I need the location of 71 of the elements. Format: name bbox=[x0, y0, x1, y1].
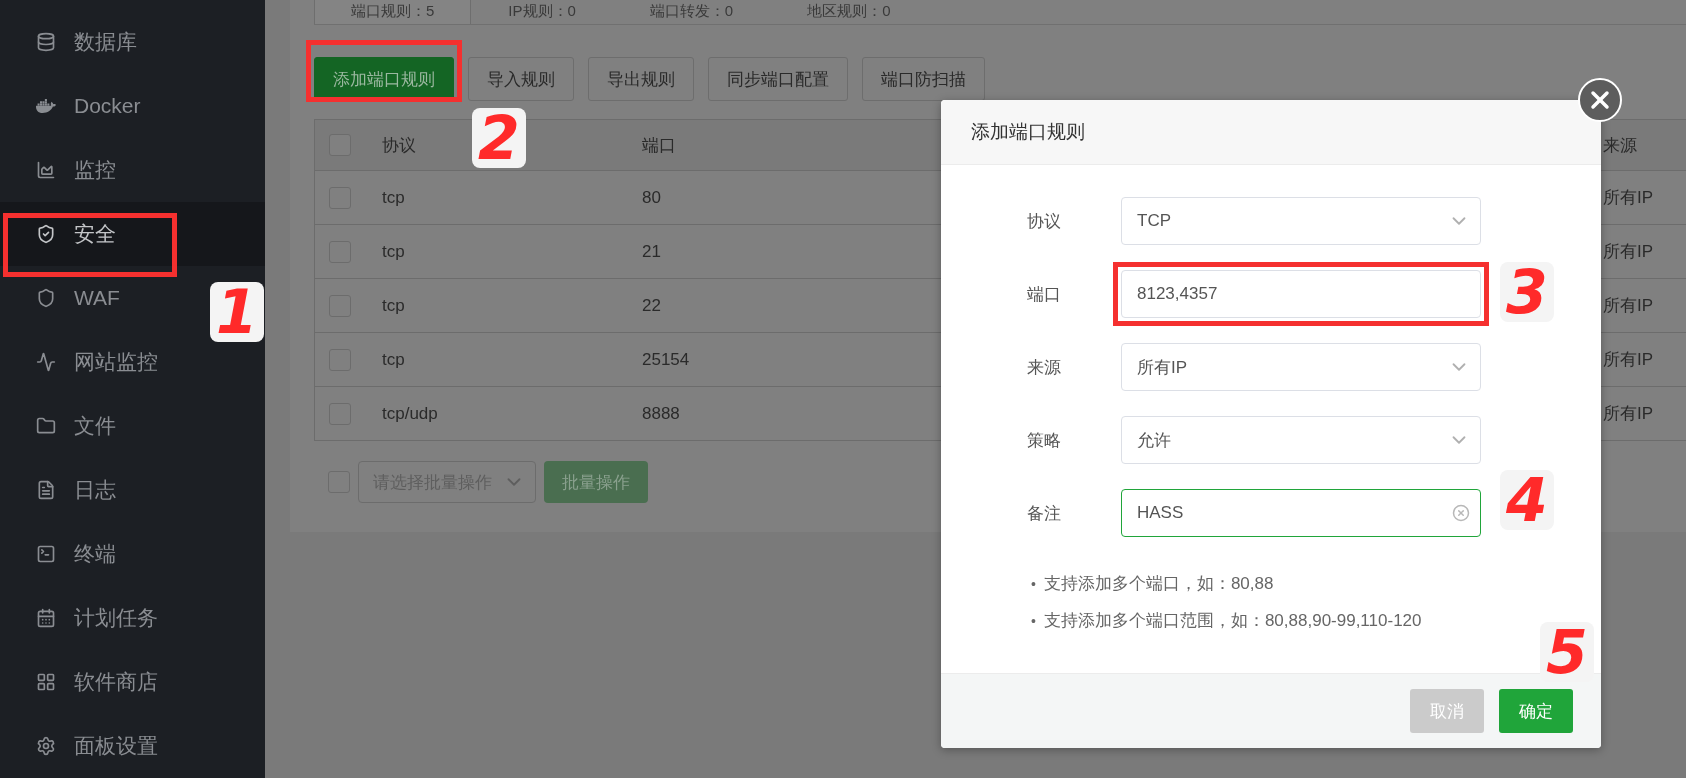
terminal-icon bbox=[36, 544, 56, 564]
table-cell: tcp bbox=[382, 187, 405, 208]
table-cell: tcp bbox=[382, 241, 405, 262]
sidebar-item[interactable]: Docker bbox=[0, 74, 190, 138]
tab[interactable]: 端口转发：0 bbox=[612, 0, 771, 24]
database-icon bbox=[36, 32, 56, 52]
dialog-title: 添加端口规则 bbox=[941, 100, 1601, 165]
sidebar-item[interactable]: 数据库 bbox=[0, 10, 190, 74]
table-cell: 21 bbox=[642, 241, 661, 262]
input-field[interactable]: HASS bbox=[1121, 489, 1481, 537]
chart-icon bbox=[36, 160, 56, 180]
annotation-number: 3 bbox=[1500, 262, 1554, 322]
table-cell-text: 所有IP bbox=[1603, 241, 1654, 263]
shield-check-icon bbox=[36, 224, 56, 244]
field-label: 协议 bbox=[1026, 210, 1061, 233]
table-cell-text: 所有IP bbox=[1603, 349, 1654, 371]
whale-icon bbox=[36, 96, 56, 116]
sidebar-item[interactable]: 网站监控 bbox=[0, 330, 190, 394]
field-label: 备注 bbox=[1026, 502, 1061, 525]
field-label: 端口 bbox=[1026, 283, 1061, 306]
table-cell: 80 bbox=[642, 187, 661, 208]
hint-text: 支持添加多个端口，如：80,88 bbox=[1043, 573, 1274, 595]
sidebar-item[interactable]: 文件 bbox=[0, 394, 190, 458]
select-field[interactable]: 允许 bbox=[1121, 416, 1481, 464]
clear-icon[interactable] bbox=[1452, 504, 1470, 522]
column-header: 端口 bbox=[642, 134, 676, 157]
sidebar-item[interactable]: 软件商店 bbox=[0, 650, 190, 714]
column-header: 来源 bbox=[1603, 134, 1637, 157]
shield-icon bbox=[36, 288, 56, 308]
select-field[interactable]: TCP bbox=[1121, 197, 1481, 245]
bullet: • bbox=[1031, 612, 1036, 629]
document-icon bbox=[36, 480, 56, 500]
sidebar-item[interactable]: 日志 bbox=[0, 458, 190, 522]
sidebar-item[interactable]: 终端 bbox=[0, 522, 190, 586]
settings-icon bbox=[36, 736, 56, 756]
sidebar-item[interactable]: WAF bbox=[0, 266, 190, 330]
sidebar-item[interactable]: 计划任务 bbox=[0, 586, 190, 650]
sidebar-item[interactable]: 监控 bbox=[0, 138, 190, 202]
table-cell: 8888 bbox=[642, 403, 680, 424]
table-cell: tcp/udp bbox=[382, 403, 438, 424]
bullet: • bbox=[1031, 575, 1036, 592]
annotation-number: 4 bbox=[1500, 470, 1554, 530]
tab[interactable]: IP规则：0 bbox=[471, 0, 613, 24]
field-label: 来源 bbox=[1026, 356, 1061, 379]
toolbar-button[interactable]: 导入规则 bbox=[468, 57, 574, 101]
confirm-button[interactable]: 确定 bbox=[1499, 689, 1573, 733]
pulse-icon bbox=[36, 352, 56, 372]
table-cell-text: 所有IP bbox=[1603, 403, 1654, 425]
table-cell: 25154 bbox=[642, 349, 690, 370]
sidebar-item[interactable]: 安全 bbox=[0, 202, 265, 266]
annotation-number: 2 bbox=[472, 108, 526, 168]
calendar-icon bbox=[36, 608, 56, 628]
input-field[interactable]: 8123,4357 bbox=[1121, 270, 1481, 318]
table-cell: tcp bbox=[382, 295, 405, 316]
select-field[interactable]: 所有IP bbox=[1121, 343, 1481, 391]
folder-icon bbox=[36, 416, 56, 436]
table-cell-text: 所有IP bbox=[1603, 187, 1654, 209]
toolbar-button[interactable]: 同步端口配置 bbox=[708, 57, 848, 101]
table-cell: 22 bbox=[642, 295, 661, 316]
tab[interactable]: 地区规则：0 bbox=[770, 0, 928, 24]
table-cell: tcp bbox=[382, 349, 405, 370]
grid-icon bbox=[36, 672, 56, 692]
table-cell-text: 所有IP bbox=[1603, 295, 1654, 317]
field-label: 策略 bbox=[1026, 429, 1061, 452]
column-header: 协议 bbox=[382, 134, 416, 157]
tab[interactable]: 端口规则：5 bbox=[314, 0, 472, 24]
hint-text: 支持添加多个端口范围，如：80,88,90-99,110-120 bbox=[1043, 610, 1422, 632]
toolbar-button[interactable]: 端口防扫描 bbox=[862, 57, 985, 101]
sidebar-item[interactable]: 面板设置 bbox=[0, 714, 190, 778]
toolbar-button[interactable]: 导出规则 bbox=[588, 57, 694, 101]
annotation-number: 1 bbox=[210, 282, 264, 342]
